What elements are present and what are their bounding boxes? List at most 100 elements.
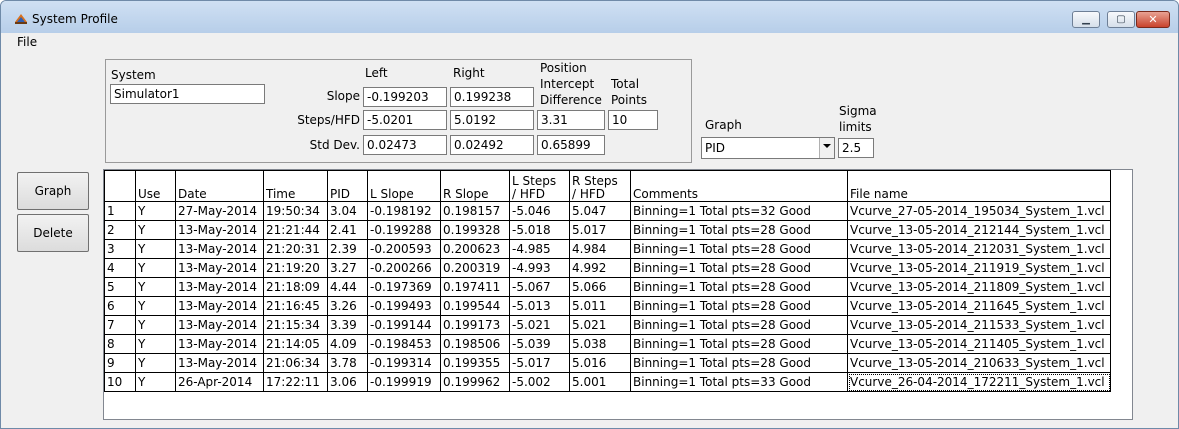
use-cell[interactable]: Y — [135, 277, 176, 297]
vcurve-grid[interactable]: Use Date Time PID L Slope R Slope L Step… — [103, 169, 1133, 420]
table-row[interactable]: 7 Y 13-May-2014 21:15:34 3.39 -0.199144 … — [104, 315, 1111, 335]
use-cell[interactable]: Y — [135, 201, 176, 221]
sigma-limits-field[interactable]: 2.5 — [838, 138, 874, 158]
time-cell[interactable]: 21:19:20 — [263, 258, 328, 278]
l-steps-cell[interactable]: -5.018 — [509, 220, 570, 240]
table-row[interactable]: 1 Y 27-May-2014 19:50:34 3.04 -0.198192 … — [104, 201, 1111, 221]
steps-left-field[interactable]: -5.0201 — [363, 110, 447, 130]
graph-button[interactable]: Graph — [17, 172, 89, 210]
r-steps-cell[interactable]: 5.021 — [569, 315, 631, 335]
date-cell[interactable]: 13-May-2014 — [175, 296, 264, 316]
use-cell[interactable]: Y — [135, 239, 176, 259]
std-position-field[interactable]: 0.65899 — [537, 135, 605, 155]
header-comments[interactable]: Comments — [630, 170, 848, 202]
time-cell[interactable]: 21:20:31 — [263, 239, 328, 259]
use-cell[interactable]: Y — [135, 353, 176, 373]
header-date[interactable]: Date — [175, 170, 264, 202]
r-steps-cell[interactable]: 5.017 — [569, 220, 631, 240]
file-name-cell[interactable]: Vcurve_13-05-2014_210633_System_1.vcl — [847, 353, 1111, 373]
total-points-field[interactable]: 10 — [608, 110, 658, 130]
table-row[interactable]: 5 Y 13-May-2014 21:18:09 4.44 -0.197369 … — [104, 277, 1111, 297]
time-cell[interactable]: 19:50:34 — [263, 201, 328, 221]
menu-file[interactable]: File — [17, 35, 37, 49]
r-steps-cell[interactable]: 4.984 — [569, 239, 631, 259]
title-bar[interactable]: System Profile ▁ ▢ ✕ — [1, 1, 1178, 33]
pid-cell[interactable]: 2.39 — [327, 239, 368, 259]
l-slope-cell[interactable]: -0.199314 — [367, 353, 441, 373]
table-row[interactable]: 4 Y 13-May-2014 21:19:20 3.27 -0.200266 … — [104, 258, 1111, 278]
pid-cell[interactable]: 2.41 — [327, 220, 368, 240]
l-slope-cell[interactable]: -0.199493 — [367, 296, 441, 316]
l-slope-cell[interactable]: -0.198453 — [367, 334, 441, 354]
use-cell[interactable]: Y — [135, 315, 176, 335]
slope-right-field[interactable]: 0.199238 — [450, 87, 534, 107]
date-cell[interactable]: 13-May-2014 — [175, 315, 264, 335]
l-slope-cell[interactable]: -0.198192 — [367, 201, 441, 221]
file-name-cell[interactable]: Vcurve_13-05-2014_212144_System_1.vcl — [847, 220, 1111, 240]
use-cell[interactable]: Y — [135, 372, 176, 392]
table-row[interactable]: 8 Y 13-May-2014 21:14:05 4.09 -0.198453 … — [104, 334, 1111, 354]
l-slope-cell[interactable]: -0.200593 — [367, 239, 441, 259]
date-cell[interactable]: 13-May-2014 — [175, 334, 264, 354]
r-steps-cell[interactable]: 5.016 — [569, 353, 631, 373]
time-cell[interactable]: 21:21:44 — [263, 220, 328, 240]
comments-cell[interactable]: Binning=1 Total pts=28 Good — [630, 334, 848, 354]
use-cell[interactable]: Y — [135, 220, 176, 240]
comments-cell[interactable]: Binning=1 Total pts=33 Good — [630, 372, 848, 392]
l-steps-cell[interactable]: -4.993 — [509, 258, 570, 278]
l-steps-cell[interactable]: -5.039 — [509, 334, 570, 354]
r-steps-cell[interactable]: 5.011 — [569, 296, 631, 316]
header-pid[interactable]: PID — [327, 170, 368, 202]
comments-cell[interactable]: Binning=1 Total pts=28 Good — [630, 315, 848, 335]
header-r-steps[interactable]: R Steps / HFD — [569, 170, 631, 202]
l-slope-cell[interactable]: -0.197369 — [367, 277, 441, 297]
time-cell[interactable]: 21:06:34 — [263, 353, 328, 373]
pid-cell[interactable]: 3.06 — [327, 372, 368, 392]
header-use[interactable]: Use — [135, 170, 176, 202]
l-steps-cell[interactable]: -5.017 — [509, 353, 570, 373]
comments-cell[interactable]: Binning=1 Total pts=28 Good — [630, 353, 848, 373]
file-name-cell[interactable]: Vcurve_13-05-2014_211533_System_1.vcl — [847, 315, 1111, 335]
date-cell[interactable]: 13-May-2014 — [175, 220, 264, 240]
r-steps-cell[interactable]: 5.047 — [569, 201, 631, 221]
maximize-button[interactable]: ▢ — [1107, 11, 1135, 28]
steps-right-field[interactable]: 5.0192 — [450, 110, 534, 130]
table-row[interactable]: 10 Y 26-Apr-2014 17:22:11 3.06 -0.199919… — [104, 372, 1111, 392]
std-left-field[interactable]: 0.02473 — [363, 135, 447, 155]
r-slope-cell[interactable]: 0.199962 — [440, 372, 510, 392]
comments-cell[interactable]: Binning=1 Total pts=28 Good — [630, 239, 848, 259]
table-row[interactable]: 2 Y 13-May-2014 21:21:44 2.41 -0.199288 … — [104, 220, 1111, 240]
slope-left-field[interactable]: -0.199203 — [363, 87, 447, 107]
use-cell[interactable]: Y — [135, 296, 176, 316]
r-slope-cell[interactable]: 0.198157 — [440, 201, 510, 221]
delete-button[interactable]: Delete — [17, 214, 89, 252]
r-slope-cell[interactable]: 0.200319 — [440, 258, 510, 278]
r-steps-cell[interactable]: 4.992 — [569, 258, 631, 278]
time-cell[interactable]: 21:15:34 — [263, 315, 328, 335]
l-slope-cell[interactable]: -0.199919 — [367, 372, 441, 392]
l-steps-cell[interactable]: -5.013 — [509, 296, 570, 316]
header-l-steps[interactable]: L Steps / HFD — [509, 170, 570, 202]
date-cell[interactable]: 26-Apr-2014 — [175, 372, 264, 392]
graph-type-select[interactable]: PID — [701, 137, 835, 159]
file-name-cell[interactable]: Vcurve_13-05-2014_211919_System_1.vcl — [847, 258, 1111, 278]
table-row[interactable]: 6 Y 13-May-2014 21:16:45 3.26 -0.199493 … — [104, 296, 1111, 316]
comments-cell[interactable]: Binning=1 Total pts=28 Good — [630, 258, 848, 278]
pid-cell[interactable]: 3.27 — [327, 258, 368, 278]
r-slope-cell[interactable]: 0.199328 — [440, 220, 510, 240]
comments-cell[interactable]: Binning=1 Total pts=28 Good — [630, 296, 848, 316]
header-file-name[interactable]: File name — [847, 170, 1111, 202]
pid-cell[interactable]: 4.44 — [327, 277, 368, 297]
file-name-cell[interactable]: Vcurve_13-05-2014_211645_System_1.vcl — [847, 296, 1111, 316]
l-slope-cell[interactable]: -0.200266 — [367, 258, 441, 278]
r-slope-cell[interactable]: 0.199355 — [440, 353, 510, 373]
table-row[interactable]: 3 Y 13-May-2014 21:20:31 2.39 -0.200593 … — [104, 239, 1111, 259]
date-cell[interactable]: 13-May-2014 — [175, 239, 264, 259]
time-cell[interactable]: 17:22:11 — [263, 372, 328, 392]
r-slope-cell[interactable]: 0.200623 — [440, 239, 510, 259]
table-row[interactable]: 9 Y 13-May-2014 21:06:34 3.78 -0.199314 … — [104, 353, 1111, 373]
chevron-down-icon[interactable] — [819, 138, 834, 158]
r-slope-cell[interactable]: 0.197411 — [440, 277, 510, 297]
r-slope-cell[interactable]: 0.199173 — [440, 315, 510, 335]
l-steps-cell[interactable]: -5.067 — [509, 277, 570, 297]
